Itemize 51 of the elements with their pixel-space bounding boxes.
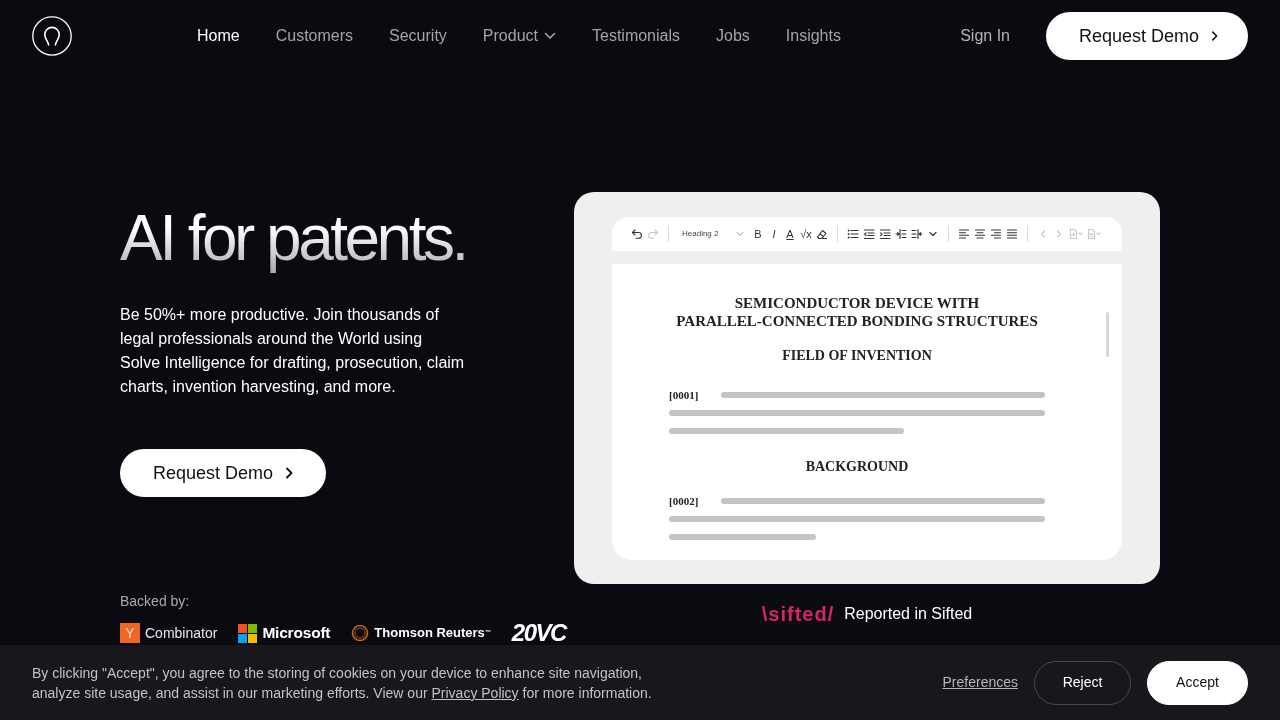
brand-name: Thomson Reuters$^{™}$ — [374, 624, 491, 643]
four-squares-icon — [238, 623, 258, 643]
accept-button[interactable]: Accept — [1147, 660, 1248, 705]
nav-link[interactable]: Security — [389, 24, 447, 48]
backed-by-label: Backed by: — [120, 592, 190, 610]
brand-name: Combinator — [145, 623, 218, 643]
sign-in-link[interactable]: Sign In — [960, 24, 1010, 48]
brand-name: Microsoft — [262, 623, 331, 644]
bar-with-lines-icon[interactable] — [911, 228, 923, 240]
chevron-right-icon — [1211, 30, 1218, 42]
lightbulb-logo-icon[interactable] — [32, 16, 72, 56]
document-title: SEMICONDUCTOR DEVICE WITH PARALLEL-CONNECTED BONDING STRUCTURES — [675, 294, 1039, 330]
bullet-list-icon[interactable] — [847, 228, 859, 240]
bold-button[interactable]: B — [752, 228, 764, 240]
italic-button[interactable]: I — [768, 228, 780, 240]
undo-icon[interactable] — [631, 228, 643, 240]
formula-button[interactable]: √x — [800, 228, 812, 240]
nav-link[interactable]: Jobs — [716, 24, 750, 48]
press-mention: Reported in Sifted — [844, 604, 973, 624]
nav-link[interactable]: Insights — [785, 24, 841, 48]
nav-link[interactable]: Home — [197, 24, 240, 48]
scrollbar[interactable] — [1106, 312, 1109, 357]
section-heading: FIELD OF INVENTION — [781, 347, 933, 365]
nav-link[interactable]: Testimonials — [592, 24, 680, 48]
section-heading: BACKGROUND — [804, 458, 910, 476]
paragraph-number: [0001] — [669, 387, 700, 403]
indent-icon[interactable] — [879, 228, 891, 240]
brand-wordmark: 20VC — [511, 620, 566, 646]
logo-mark: Y — [120, 623, 140, 643]
dotted-ring-icon — [351, 624, 370, 642]
preferences-link[interactable]: Preferences — [942, 672, 1018, 693]
hero-description: Be 50%+ more productive. Join thousands of legal professionals around the World using Solve Intelligence for drafting, prosecution, claim charts, invention harvesting, and more. — [120, 305, 466, 397]
chevron-down-icon — [736, 231, 744, 237]
nav-link[interactable]: Product — [482, 24, 556, 48]
request-demo-button[interactable]: Request Demo — [1046, 12, 1248, 60]
align-right-icon[interactable] — [990, 228, 1002, 240]
arrow-to-bar-icon[interactable] — [895, 228, 907, 240]
align-center-icon[interactable] — [974, 228, 986, 240]
privacy-policy-link[interactable]: Privacy Policy — [431, 684, 519, 701]
paragraph-number: [0002] — [669, 493, 700, 509]
outdent-icon[interactable] — [863, 228, 875, 240]
cookie-notice: By clicking "Accept", you agree to the storing of cookies on your device to enhance site navigation, analyze site usage, and assist in our marketing efforts. View our Privacy Policy for more information. — [32, 663, 653, 703]
style-dropdown[interactable]: Heading 2 — [682, 228, 744, 240]
eraser-icon[interactable] — [816, 228, 828, 240]
align-justify-icon[interactable] — [1006, 228, 1018, 240]
chevron-right-icon — [285, 467, 294, 479]
align-left-icon[interactable] — [958, 228, 970, 240]
press-logo: \sifted/ — [761, 603, 835, 625]
nav-link[interactable]: Customers — [275, 24, 354, 48]
text-color-button[interactable]: A — [784, 228, 796, 240]
request-demo-button[interactable]: Request Demo — [120, 449, 326, 497]
